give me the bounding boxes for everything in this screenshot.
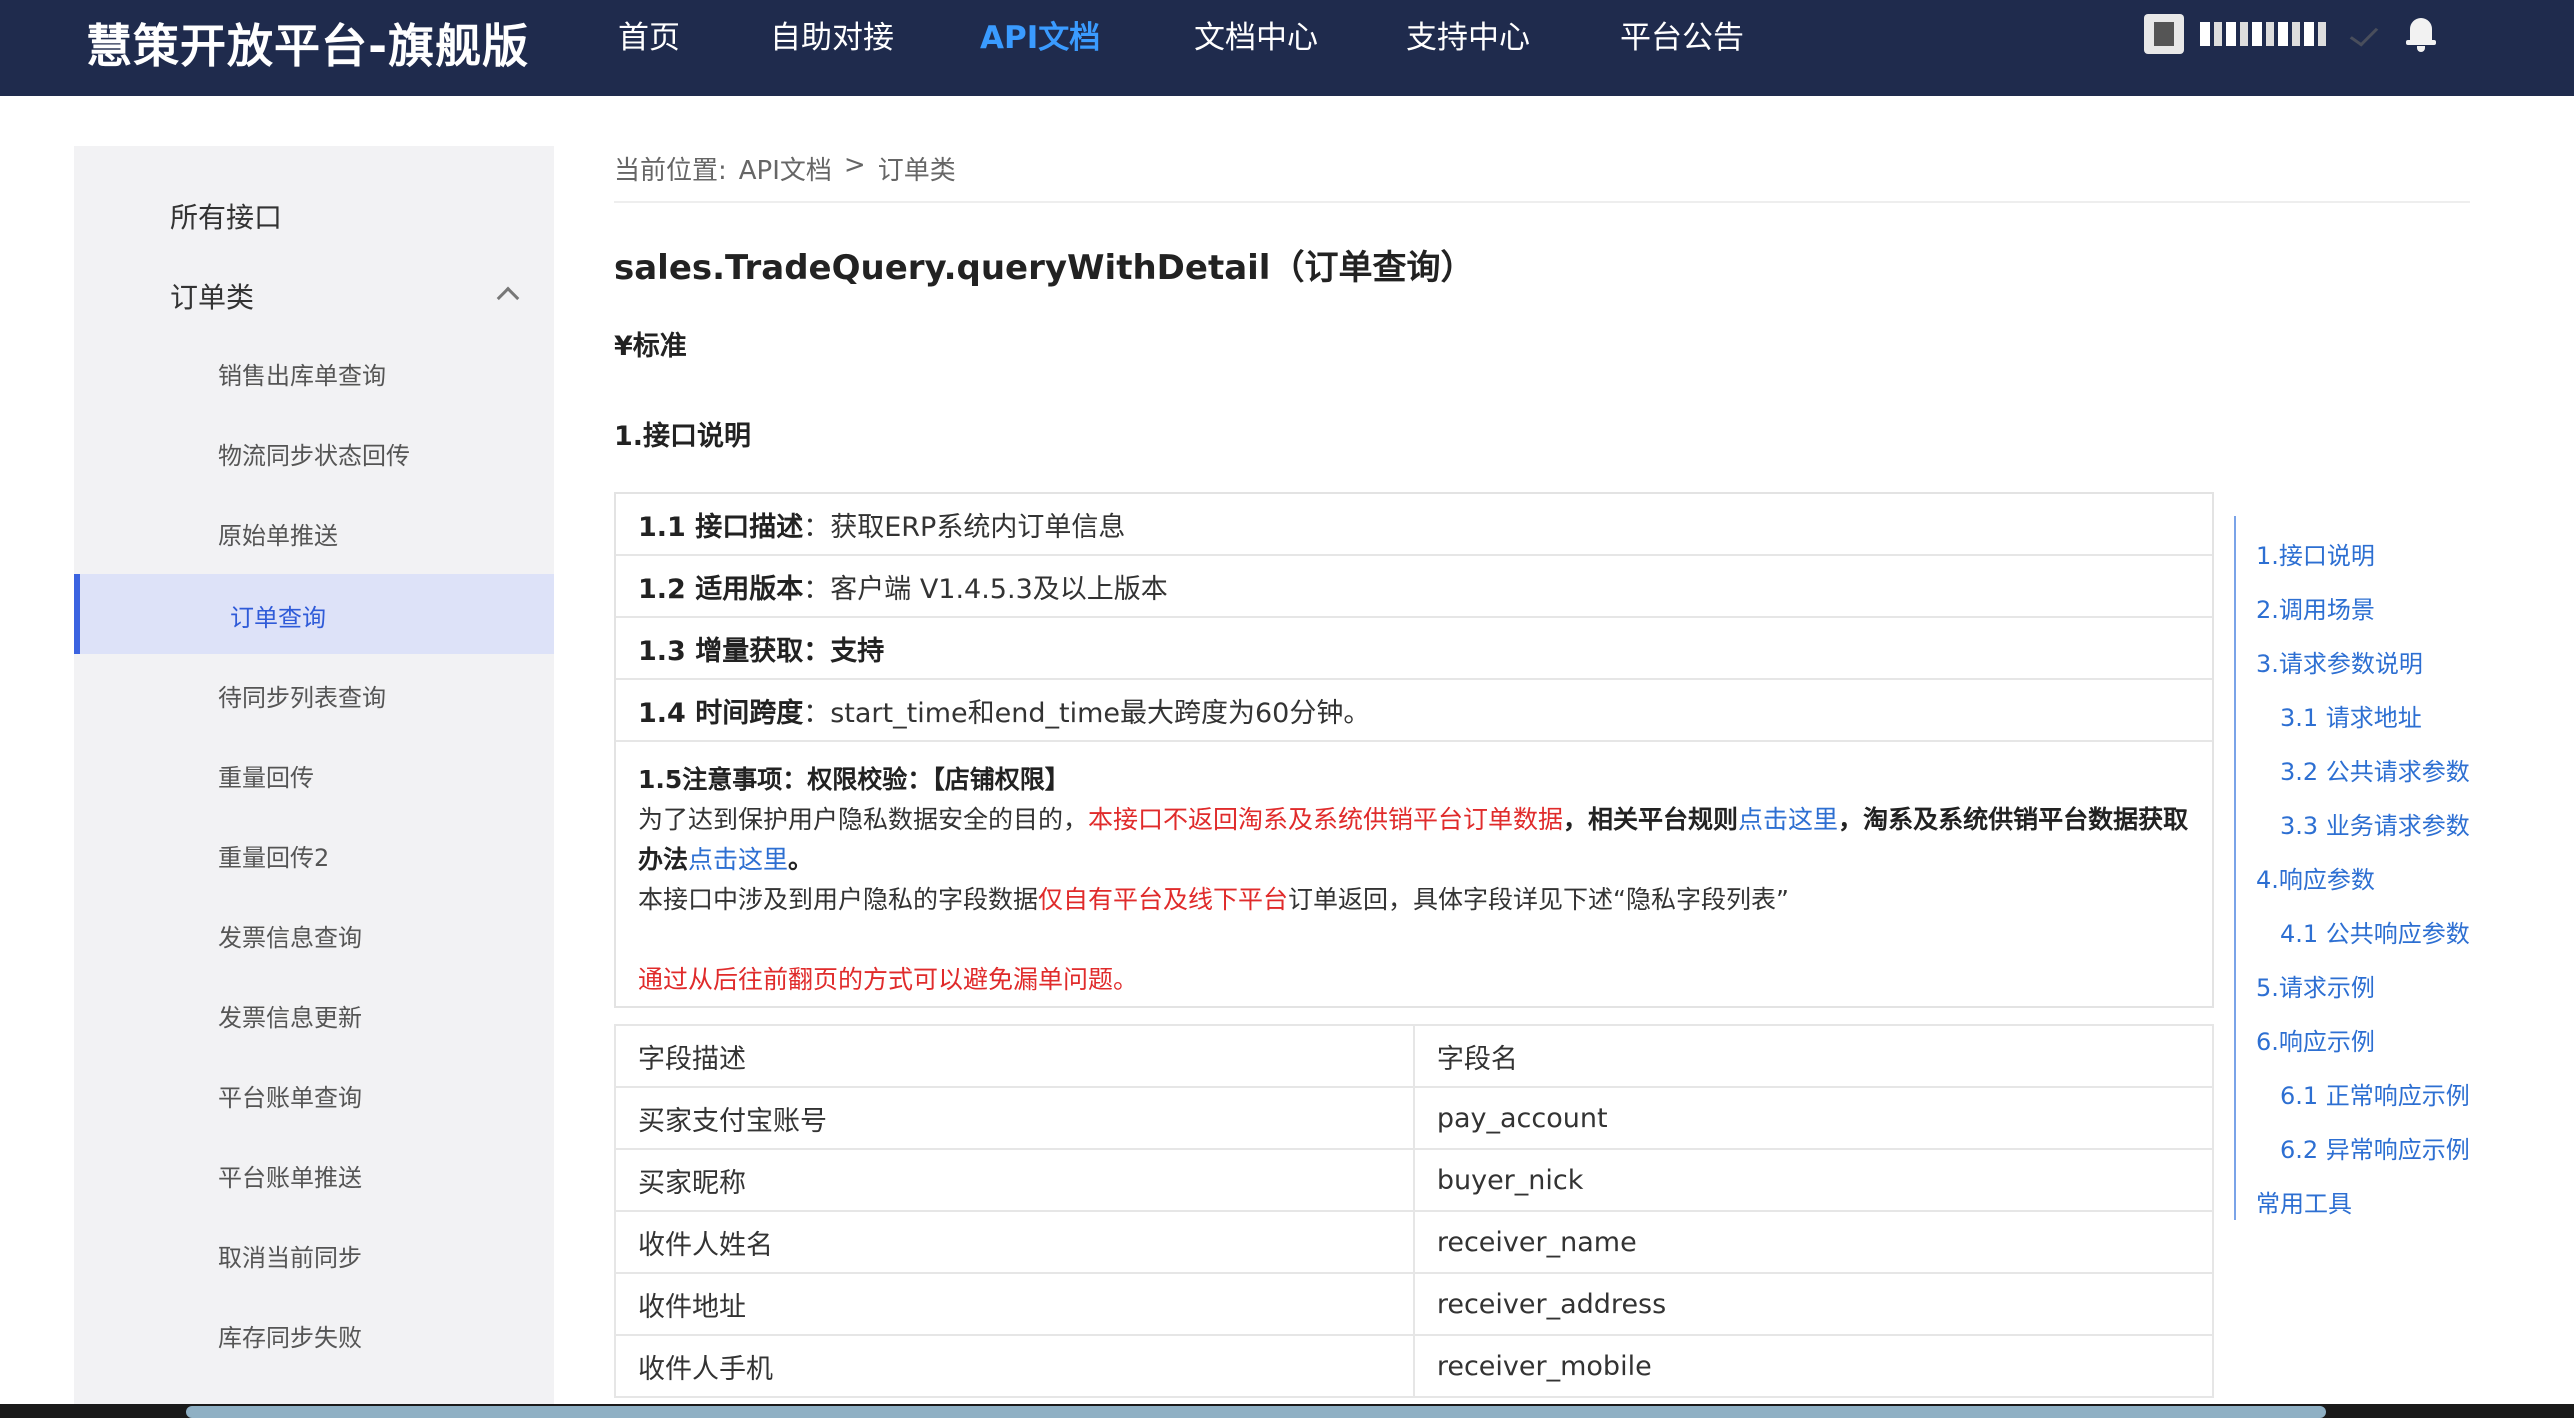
rules-link[interactable]: 点击这里	[1738, 805, 1838, 834]
sidebar-item-order-query[interactable]: 订单查询	[74, 574, 554, 654]
info-row-version: 1.2 适用版本 ：客户端 V1.4.5.3及以上版本	[616, 556, 2212, 618]
sidebar-item-bill-query[interactable]: 平台账单查询	[74, 1054, 554, 1134]
brand-title[interactable]: 慧策开放平台-旗舰版	[86, 10, 529, 76]
api-info-box: 1.1 接口描述 ：获取ERP系统内订单信息 1.2 适用版本 ：客户端 V1.4.…	[614, 492, 2214, 1008]
user-name-pixelated[interactable]	[2200, 22, 2330, 46]
table-cell-field-name: buyer_nick	[1412, 1148, 2215, 1212]
toc-item-common-response[interactable]: 4.1 公共响应参数	[2256, 914, 2470, 968]
sidebar: 所有接口 订单类 销售出库单查询 物流同步状态回传 原始单推送 订单查询 待同步…	[74, 146, 554, 1418]
user-menu[interactable]	[2144, 14, 2436, 54]
standard-label: ¥标准	[614, 331, 687, 362]
table-cell-description: 买家昵称	[614, 1148, 1415, 1212]
notes-paragraph-fields: 本接口中涉及到用户隐私的字段数据仅自有平台及线下平台订单返回，具体字段详见下述“…	[638, 885, 1789, 914]
table-row: 收件人姓名 receiver_name	[614, 1210, 2215, 1274]
avatar[interactable]	[2144, 14, 2184, 54]
toc-item-business-request[interactable]: 3.3 业务请求参数	[2256, 806, 2470, 860]
toc-item-normal-response[interactable]: 6.1 正常响应示例	[2256, 1076, 2470, 1130]
sidebar-item-all-apis[interactable]: 所有接口	[74, 172, 554, 252]
section-heading: 1.接口说明	[614, 421, 752, 452]
sidebar-item-sales-outbound[interactable]: 销售出库单查询	[74, 332, 554, 412]
privacy-fields-table: 字段描述 字段名 买家支付宝账号 pay_account 买家昵称 buyer_…	[614, 1024, 2215, 1398]
sidebar-item-weight-return-2[interactable]: 重量回传2	[74, 814, 554, 894]
table-cell-field-name: receiver_name	[1412, 1210, 2215, 1274]
sidebar-item-invoice-update[interactable]: 发票信息更新	[74, 974, 554, 1054]
toc-item-request-example[interactable]: 5.请求示例	[2256, 968, 2470, 1022]
nav-announcements[interactable]: 平台公告	[1620, 18, 1780, 58]
breadcrumb-label: 当前位置:	[614, 156, 727, 186]
table-cell-description: 收件地址	[614, 1272, 1415, 1336]
chevron-down-icon[interactable]	[2349, 21, 2379, 47]
table-row: 收件人手机 receiver_mobile	[614, 1334, 2215, 1398]
table-cell-description: 买家支付宝账号	[614, 1086, 1415, 1150]
top-navbar: 慧策开放平台-旗舰版 首页 自助对接 API文档 文档中心 支持中心 平台公告	[0, 0, 2574, 96]
bell-icon[interactable]	[2406, 14, 2436, 54]
nav-support-center[interactable]: 支持中心	[1406, 18, 1620, 58]
bottom-scrollbar	[0, 1404, 2574, 1418]
toc-item-scenario[interactable]: 2.调用场景	[2256, 590, 2470, 644]
sidebar-item-stock-sync-fail[interactable]: 库存同步失败	[74, 1294, 554, 1374]
breadcrumb-separator: >	[843, 150, 866, 180]
info-notes: 1.5注意事项：权限校验：【店铺权限】 为了达到保护用户隐私数据安全的目的，本接…	[616, 742, 2212, 1006]
breadcrumb-orders[interactable]: 订单类	[878, 150, 956, 187]
breadcrumb-api-docs[interactable]: API文档	[739, 150, 832, 187]
toc-item-request-url[interactable]: 3.1 请求地址	[2256, 698, 2470, 752]
data-method-link[interactable]: 点击这里	[688, 845, 788, 874]
table-row: 买家支付宝账号 pay_account	[614, 1086, 2215, 1150]
toc-item-response-params[interactable]: 4.响应参数	[2256, 860, 2470, 914]
sidebar-item-invoice-query[interactable]: 发票信息查询	[74, 894, 554, 974]
sidebar-item-pending-sync[interactable]: 待同步列表查询	[74, 654, 554, 734]
nav-home[interactable]: 首页	[618, 18, 770, 58]
table-header-row: 字段描述 字段名	[614, 1024, 2215, 1088]
table-header-field-name: 字段名	[1412, 1024, 2215, 1088]
horizontal-scrollbar[interactable]	[186, 1406, 2326, 1418]
divider	[614, 201, 2470, 203]
sidebar-item-logistics-sync[interactable]: 物流同步状态回传	[74, 412, 554, 492]
info-row-incremental: 1.3 增量获取 ：支持	[616, 618, 2212, 680]
table-row: 买家昵称 buyer_nick	[614, 1148, 2215, 1212]
table-cell-description: 收件人姓名	[614, 1210, 1415, 1274]
table-header-description: 字段描述	[614, 1024, 1415, 1088]
table-row: 收件地址 receiver_address	[614, 1272, 2215, 1336]
sidebar-item-original-push[interactable]: 原始单推送	[74, 492, 554, 572]
toc-rail	[2234, 516, 2236, 1220]
toc-item-interface[interactable]: 1.接口说明	[2256, 536, 2470, 590]
info-row-description: 1.1 接口描述 ：获取ERP系统内订单信息	[616, 494, 2212, 556]
toc-item-request-params[interactable]: 3.请求参数说明	[2256, 644, 2470, 698]
notes-title: 1.5注意事项：权限校验：【店铺权限】	[638, 765, 1070, 794]
sidebar-item-bill-push[interactable]: 平台账单推送	[74, 1134, 554, 1214]
sidebar-item-cancel-sync[interactable]: 取消当前同步	[74, 1214, 554, 1294]
table-cell-field-name: pay_account	[1412, 1086, 2215, 1150]
sidebar-item-weight-return[interactable]: 重量回传	[74, 734, 554, 814]
nav-self-service[interactable]: 自助对接	[770, 18, 980, 58]
main-nav: 首页 自助对接 API文档 文档中心 支持中心 平台公告	[618, 18, 1780, 58]
table-cell-field-name: receiver_address	[1412, 1272, 2215, 1336]
toc-item-common-request[interactable]: 3.2 公共请求参数	[2256, 752, 2470, 806]
breadcrumb: 当前位置: API文档 > 订单类	[614, 150, 968, 187]
table-cell-field-name: receiver_mobile	[1412, 1334, 2215, 1398]
chevron-up-icon[interactable]	[496, 286, 520, 310]
notes-paging-tip: 通过从后往前翻页的方式可以避免漏单问题。	[638, 965, 1139, 994]
toc-item-error-response[interactable]: 6.2 异常响应示例	[2256, 1130, 2470, 1184]
sidebar-group-orders[interactable]: 订单类	[74, 252, 554, 332]
notes-paragraph-privacy: 为了达到保护用户隐私数据安全的目的，本接口不返回淘系及系统供销平台订单数据，相关…	[638, 805, 2189, 874]
table-of-contents: 1.接口说明 2.调用场景 3.请求参数说明 3.1 请求地址 3.2 公共请求…	[2256, 536, 2470, 1238]
page-title: sales.TradeQuery.queryWithDetail（订单查询）	[614, 248, 1475, 288]
nav-doc-center[interactable]: 文档中心	[1194, 18, 1406, 58]
toc-item-tools[interactable]: 常用工具	[2256, 1184, 2470, 1238]
table-cell-description: 收件人手机	[614, 1334, 1415, 1398]
toc-item-response-example[interactable]: 6.响应示例	[2256, 1022, 2470, 1076]
nav-api-docs[interactable]: API文档	[980, 18, 1194, 58]
info-row-time-span: 1.4 时间跨度 ：start_time和end_time最大跨度为60分钟。	[616, 680, 2212, 742]
